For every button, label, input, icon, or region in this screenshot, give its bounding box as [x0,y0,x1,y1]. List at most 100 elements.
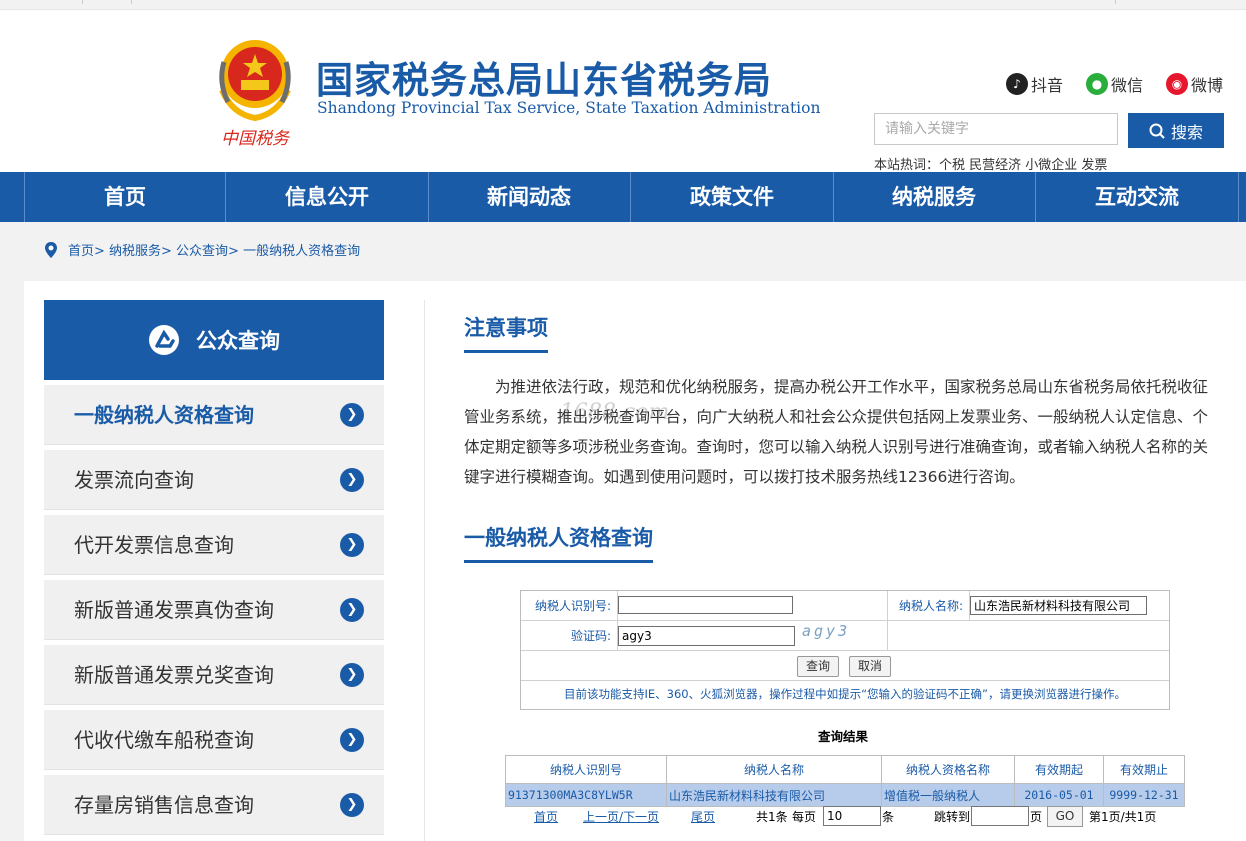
chevron-right-icon: ❯ [340,598,364,622]
hot-words[interactable]: 本站热词：个税 民营经济 小微企业 发票 [874,154,1107,173]
column-header: 纳税人识别号 [505,755,667,784]
search-button[interactable]: 搜索 [1128,113,1224,148]
captcha-image[interactable]: agy3 [802,622,850,640]
table-header-row: 纳税人识别号 纳税人名称 纳税人资格名称 有效期起 有效期止 [505,755,1185,784]
taxpayer-id-value: 91371300MA3C8YLW5R [505,783,667,807]
nav-item-home[interactable]: 首页 [24,172,226,222]
captcha-label: 验证码: [521,621,618,651]
cancel-button[interactable]: 取消 [849,656,891,677]
submit-button[interactable]: 查询 [797,656,839,677]
go-button[interactable]: GO [1047,806,1083,827]
svg-text:中国税务: 中国税务 [221,129,291,149]
query-title: 一般纳税人资格查询 [464,522,653,563]
notice-title: 注意事项 [464,312,548,353]
wechat-icon: ● [1086,73,1108,95]
nav-item-policy[interactable]: 政策文件 [631,172,833,222]
page-info: 第1页/共1页 [1089,810,1157,824]
site-title: 国家税务总局山东省税务局 [316,59,772,102]
jump-page-input[interactable] [971,806,1029,826]
per-page-label: 每页 [792,810,817,824]
qualification-value: 增值税一般纳税人 [881,783,1015,807]
weibo-link[interactable]: ◉ 微博 [1166,72,1223,96]
douyin-link[interactable]: ♪ 抖音 [1006,72,1063,96]
sidebar-item-housing-sales[interactable]: 存量房销售信息查询 ❯ [44,775,384,835]
douyin-icon: ♪ [1006,73,1028,95]
last-page-link[interactable]: 尾页 [691,808,715,825]
chevron-right-icon: ❯ [340,533,364,557]
weibo-icon: ◉ [1166,73,1188,95]
first-page-link[interactable]: 首页 [534,808,558,825]
top-divider [1115,0,1116,4]
column-divider [424,300,425,841]
national-emblem-logo[interactable]: 中国税务 [212,32,298,150]
chevron-right-icon: ❯ [340,468,364,492]
weibo-label: 微博 [1191,76,1224,95]
sidebar-item-label: 新版普通发票兑奖查询 [74,663,274,687]
search-button-label: 搜索 [1170,122,1203,142]
sidebar-item-label: 发票流向查询 [74,468,194,492]
sidebar-header: 公众查询 [44,300,384,380]
buttons-row [521,651,1169,681]
chevron-right-icon: ❯ [340,663,364,687]
jump-unit: 页 [1030,810,1043,824]
sidebar-item-label: 代收代缴车船税查询 [74,728,254,752]
taxpayer-name-label: 纳税人名称: [888,591,970,621]
top-divider [82,0,83,4]
sidebar-item-invoice-flow[interactable]: 发票流向查询 ❯ [44,450,384,510]
table-row: 91371300MA3C8YLW5R 山东浩民新材料科技有限公司 增值税一般纳税… [505,783,1185,807]
nav-item-news[interactable]: 新闻动态 [428,172,630,222]
sidebar-item-agent-invoice[interactable]: 代开发票信息查询 ❯ [44,515,384,575]
site-subtitle-en: Shandong Provincial Tax Service, State T… [317,99,821,117]
breadcrumb: 首页> 纳税服务> 公众查询> 一般纳税人资格查询 [44,240,360,259]
sidebar-item-label: 存量房销售信息查询 [74,793,254,817]
column-header: 有效期止 [1103,755,1185,784]
sidebar-item-label: 新版普通发票真伪查询 [74,598,274,622]
top-strip [0,0,1246,10]
search-icon [1149,123,1165,139]
sidebar-title: 公众查询 [196,329,280,353]
per-page-input[interactable] [823,806,881,826]
nav-item-interaction[interactable]: 互动交流 [1036,172,1238,222]
taxpayer-name-input[interactable] [970,596,1147,615]
taxpayer-id-input[interactable] [618,596,793,614]
per-page-unit: 条 [882,810,895,824]
main-nav: 首页 信息公开 新闻动态 政策文件 纳税服务 互动交流 [0,172,1246,222]
results-table: 纳税人识别号 纳税人名称 纳税人资格名称 有效期起 有效期止 91371300M… [505,755,1185,807]
sidebar-item-vehicle-tax[interactable]: 代收代缴车船税查询 ❯ [44,710,384,770]
wechat-label: 微信 [1111,76,1144,95]
chevron-right-icon: ❯ [340,728,364,752]
sidebar-item-label: 代开发票信息查询 [74,533,234,557]
nav-item-info[interactable]: 信息公开 [226,172,428,222]
column-header: 纳税人资格名称 [881,755,1015,784]
chevron-right-icon: ❯ [340,793,364,817]
location-pin-icon [45,241,57,258]
taxpayer-id-label: 纳税人识别号: [521,591,618,621]
prev-next-link[interactable]: 上一页/下一页 [583,808,659,825]
nav-divider [1238,172,1239,222]
query-icon [149,325,179,355]
search-input[interactable]: 请输入关键字 [874,113,1118,145]
nav-item-service[interactable]: 纳税服务 [833,172,1035,222]
results-title: 查询结果 [818,729,869,744]
douyin-label: 抖音 [1031,76,1064,95]
valid-to-value: 9999-12-31 [1103,783,1185,807]
total-count: 共1条 [756,810,788,824]
column-header: 有效期起 [1014,755,1104,784]
sidebar-item-invoice-authenticity[interactable]: 新版普通发票真伪查询 ❯ [44,580,384,640]
chevron-right-icon: ❯ [340,403,364,427]
wechat-link[interactable]: ● 微信 [1086,72,1143,96]
sidebar-item-label: 一般纳税人资格查询 [74,403,254,427]
breadcrumb-text[interactable]: 首页> 纳税服务> 公众查询> 一般纳税人资格查询 [68,240,360,259]
taxpayer-name-value: 山东浩民新材料科技有限公司 [666,783,882,807]
sidebar-item-invoice-lottery[interactable]: 新版普通发票兑奖查询 ❯ [44,645,384,705]
watermark: 1688.com [560,400,670,425]
jump-label: 跳转到 [934,810,971,824]
column-header: 纳税人名称 [666,755,882,784]
valid-from-value: 2016-05-01 [1014,783,1104,807]
sidebar-item-general-taxpayer[interactable]: 一般纳税人资格查询 ❯ [44,385,384,445]
empty-cell [888,621,1169,651]
site-header: 中国税务 国家税务总局山东省税务局 Shandong Provincial Ta… [0,10,1246,173]
browser-tip: 目前该功能支持IE、360、火狐浏览器，操作过程中如提示“您输入的验证码不正确”… [563,687,1127,701]
captcha-input[interactable] [618,626,795,646]
top-divider [131,0,132,4]
